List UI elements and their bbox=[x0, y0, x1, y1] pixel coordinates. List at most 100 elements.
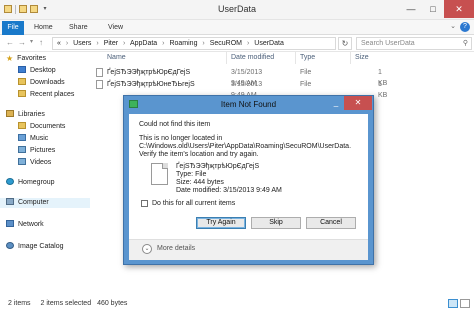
address-bar[interactable]: « › Users › Piter › AppData › Roaming › … bbox=[52, 37, 336, 50]
nav-computer[interactable]: Computer bbox=[0, 198, 90, 208]
desktop-icon bbox=[18, 66, 26, 73]
details-view-icon[interactable] bbox=[448, 299, 458, 308]
network-icon bbox=[6, 220, 14, 227]
ribbon-collapse-icon[interactable]: ⌄ bbox=[450, 22, 456, 30]
column-separator[interactable] bbox=[295, 52, 296, 64]
selected-size: 460 bytes bbox=[97, 300, 128, 307]
dialog-heading: Could not find this item bbox=[139, 121, 211, 128]
breadcrumb-separator-2: › bbox=[96, 40, 99, 47]
nav-pictures[interactable]: Pictures bbox=[18, 146, 55, 156]
file-type: File bbox=[300, 69, 312, 76]
tab-home[interactable]: Home bbox=[34, 22, 53, 34]
music-icon bbox=[18, 134, 26, 141]
column-header-type[interactable]: Type bbox=[300, 52, 315, 64]
search-icon[interactable]: ⚲ bbox=[463, 38, 468, 49]
star-icon: ★ bbox=[6, 54, 14, 63]
pictures-icon bbox=[18, 146, 26, 153]
file-icon bbox=[151, 163, 168, 185]
breadcrumb-separator-6: › bbox=[246, 40, 250, 47]
cancel-button[interactable]: Cancel bbox=[306, 217, 356, 229]
breadcrumb-separator-4: › bbox=[162, 40, 165, 47]
breadcrumb-overflow[interactable]: « bbox=[57, 40, 61, 47]
nav-music[interactable]: Music bbox=[18, 134, 48, 144]
skip-button[interactable]: Skip bbox=[251, 217, 301, 229]
close-button[interactable]: ✕ bbox=[444, 0, 474, 18]
file-icon bbox=[96, 80, 103, 89]
column-header-size[interactable]: Size bbox=[355, 52, 369, 64]
tab-file[interactable]: File bbox=[2, 21, 24, 35]
try-again-button[interactable]: Try Again bbox=[196, 217, 246, 229]
libraries-icon bbox=[6, 110, 14, 117]
apply-to-all-checkbox[interactable] bbox=[141, 200, 148, 207]
column-header-name[interactable]: Name bbox=[107, 52, 126, 64]
address-row: ← → ▾ ↑ « › Users › Piter › AppData › Ro… bbox=[0, 35, 474, 52]
column-separator[interactable] bbox=[350, 52, 351, 64]
title-bar: ▾ UserData — □ ✕ bbox=[0, 0, 474, 20]
file-type: File bbox=[300, 81, 312, 88]
more-details-link[interactable]: More details bbox=[157, 245, 195, 252]
nav-videos[interactable]: Videos bbox=[18, 158, 51, 168]
apply-to-all-label[interactable]: Do this for all current items bbox=[152, 200, 235, 208]
dialog-message-line-1: This is no longer located in bbox=[139, 135, 223, 142]
dialog-file-name: ҐејЅЂЭЭђҗтрѣЮрЄдГејЅ bbox=[176, 163, 260, 170]
breadcrumb-securom[interactable]: SecuROM bbox=[210, 40, 242, 47]
file-name: ҐејЅЂЭЭђҗтрѣЮнеЂЬгејЅ bbox=[107, 81, 195, 88]
videos-icon bbox=[18, 158, 26, 165]
window-controls: — □ ✕ bbox=[400, 0, 474, 18]
help-icon[interactable]: ? bbox=[460, 22, 470, 32]
maximize-button[interactable]: □ bbox=[422, 0, 444, 18]
selected-count: 2 items selected bbox=[40, 300, 92, 307]
dialog-close-button[interactable]: ✕ bbox=[344, 96, 372, 110]
dialog-file-size: Size: 444 bytes bbox=[176, 179, 224, 186]
nav-libraries[interactable]: Libraries bbox=[6, 110, 45, 120]
tab-share[interactable]: Share bbox=[69, 22, 88, 34]
dialog-message-line-3: Verify the item's location and try again… bbox=[139, 151, 259, 158]
breadcrumb-roaming[interactable]: Roaming bbox=[169, 40, 197, 47]
dialog-file-type: Type: File bbox=[176, 171, 207, 178]
up-button[interactable]: ↑ bbox=[39, 38, 43, 47]
back-button[interactable]: ← bbox=[6, 38, 14, 47]
nav-downloads[interactable]: Downloads bbox=[18, 78, 65, 88]
dialog-minimize-button[interactable]: _ bbox=[330, 99, 342, 108]
breadcrumb-piter[interactable]: Piter bbox=[104, 40, 118, 47]
ribbon-tabs: File Home Share View ⌄ ? bbox=[0, 20, 474, 35]
status-bar: 2 items 2 items selected 460 bytes bbox=[0, 295, 474, 313]
nav-network[interactable]: Network bbox=[6, 220, 44, 230]
dialog-file-date: Date modified: 3/15/2013 9:49 AM bbox=[176, 187, 282, 194]
nav-homegroup[interactable]: Homegroup bbox=[6, 178, 55, 188]
breadcrumb-appdata[interactable]: AppData bbox=[130, 40, 157, 47]
nav-recent-places[interactable]: Recent places bbox=[18, 90, 74, 100]
recent-places-icon bbox=[18, 90, 26, 97]
column-separator[interactable] bbox=[226, 52, 227, 64]
homegroup-icon bbox=[6, 178, 14, 185]
dialog-message-line-2: C:\Windows.old\Users\Piter\AppData\Roami… bbox=[139, 143, 352, 150]
forward-button[interactable]: → bbox=[18, 38, 26, 47]
column-header-date[interactable]: Date modified bbox=[231, 52, 274, 64]
view-switcher bbox=[448, 299, 470, 308]
file-icon bbox=[96, 68, 103, 77]
computer-icon bbox=[6, 198, 14, 205]
nav-documents[interactable]: Documents bbox=[18, 122, 65, 132]
large-icons-view-icon[interactable] bbox=[460, 299, 470, 308]
item-not-found-dialog: Item Not Found _ ✕ Could not find this i… bbox=[123, 95, 374, 265]
refresh-button[interactable]: ↻ bbox=[338, 37, 352, 50]
navigation-pane: ★ Favorites Desktop Downloads Recent plac… bbox=[0, 52, 90, 290]
minimize-button[interactable]: — bbox=[400, 0, 422, 18]
dialog-body: Could not find this item This is no long… bbox=[129, 114, 368, 260]
chevron-down-icon[interactable]: ⌄ bbox=[142, 244, 152, 254]
breadcrumb-userdata[interactable]: UserData bbox=[254, 40, 284, 47]
image-catalog-icon bbox=[6, 242, 14, 249]
breadcrumb-users[interactable]: Users bbox=[73, 40, 91, 47]
breadcrumb-separator-1: › bbox=[65, 40, 69, 47]
search-input[interactable]: Search UserData ⚲ bbox=[356, 37, 472, 50]
tab-view[interactable]: View bbox=[108, 22, 123, 34]
documents-icon bbox=[18, 122, 26, 129]
nav-image-catalog[interactable]: Image Catalog bbox=[6, 242, 64, 252]
nav-desktop[interactable]: Desktop bbox=[18, 66, 56, 76]
search-placeholder: Search UserData bbox=[361, 40, 415, 47]
recent-locations-icon[interactable]: ▾ bbox=[30, 38, 33, 45]
dialog-footer: ⌄ More details bbox=[129, 239, 368, 260]
downloads-icon bbox=[18, 78, 26, 85]
nav-favorites[interactable]: ★ Favorites bbox=[6, 54, 46, 64]
file-size: 1 KB bbox=[378, 81, 388, 99]
